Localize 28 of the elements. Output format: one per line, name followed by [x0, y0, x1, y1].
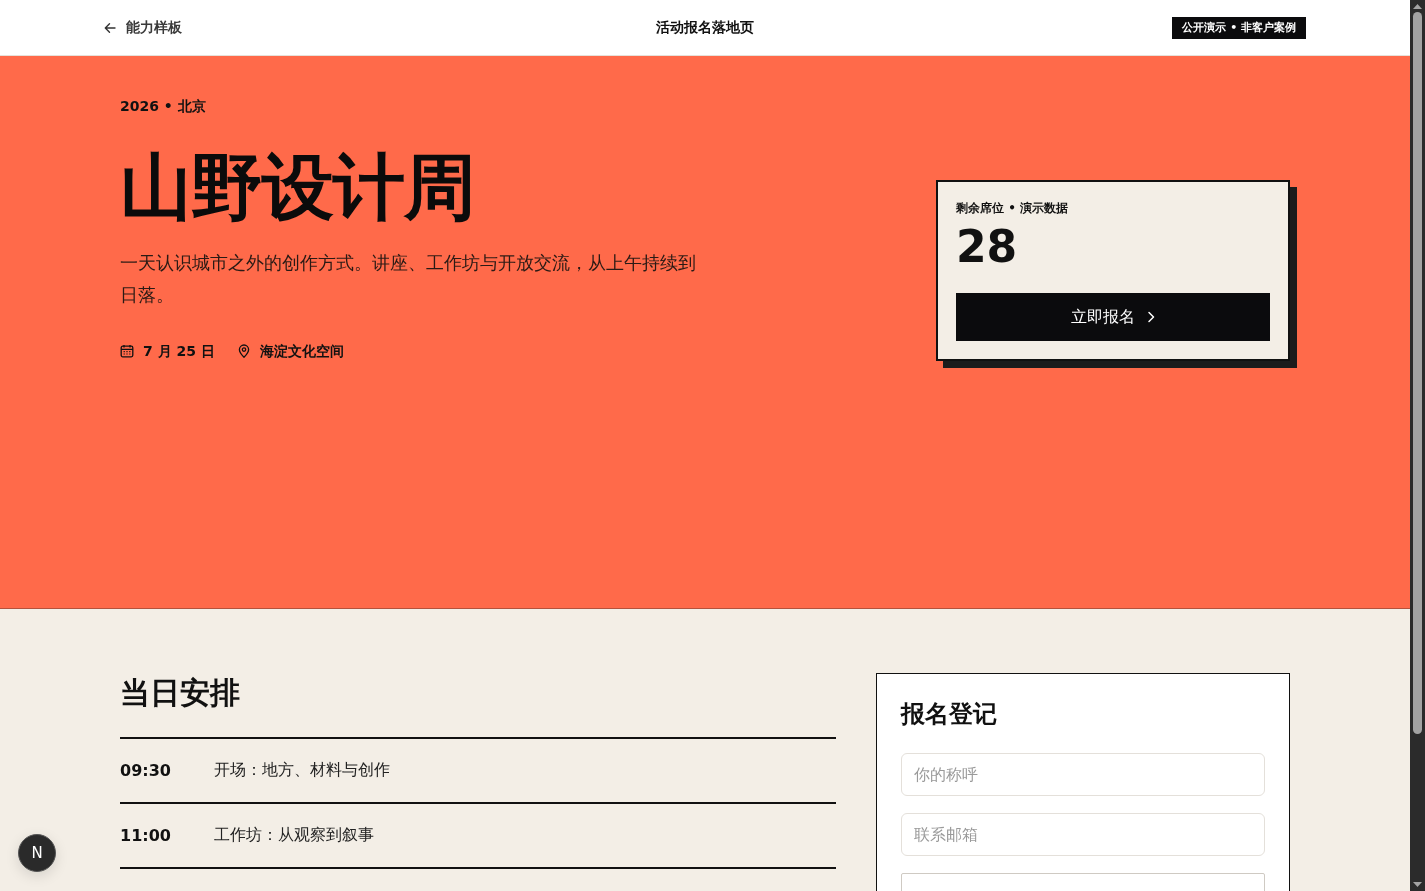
form-heading: 报名登记 — [901, 699, 997, 730]
page-title: 活动报名落地页 — [656, 18, 754, 37]
event-eyebrow: 2026 • 北京 — [120, 97, 206, 116]
map-pin-icon — [236, 344, 251, 358]
schedule-time: 11:00 — [120, 826, 172, 845]
event-description: 一天认识城市之外的创作方式。讲座、工作坊与开放交流，从上午持续到日落。 — [120, 251, 697, 307]
schedule-time: 09:30 — [120, 761, 172, 780]
event-meta-text: 海淀文化空间 — [259, 342, 344, 361]
scrollbar[interactable] — [1410, 0, 1425, 891]
scroll-up-icon[interactable] — [1413, 4, 1422, 9]
dev-indicator-button[interactable]: N — [18, 834, 56, 872]
input-field[interactable]: 联系邮箱 — [901, 813, 1265, 856]
scrollbar-thumb[interactable] — [1413, 12, 1422, 734]
schedule-item-title: 开场：地方、材料与创作 — [214, 760, 390, 781]
seats-label: 剩余席位 • 演示数据 — [956, 200, 1069, 216]
calendar-icon — [120, 344, 134, 358]
signup-button[interactable]: 立即报名 — [956, 293, 1270, 341]
event-meta-text: 7 月 25 日 — [143, 342, 215, 361]
seats-count: 28 — [956, 220, 1018, 273]
left-arrow-icon — [104, 21, 116, 34]
demo-badge: 公开演示 • 非客户案例 — [1172, 16, 1306, 39]
input-field[interactable]: 你的称呼 — [901, 753, 1265, 796]
back-link[interactable]: 能力样板 — [104, 18, 182, 37]
scroll-down-icon[interactable] — [1413, 882, 1422, 887]
schedule-item-title: 工作坊：从观察到叙事 — [214, 825, 374, 846]
chevron-right-icon — [1147, 311, 1155, 323]
schedule-heading: 当日安排 — [120, 674, 240, 712]
event-title: 山野设计周 — [120, 148, 475, 227]
